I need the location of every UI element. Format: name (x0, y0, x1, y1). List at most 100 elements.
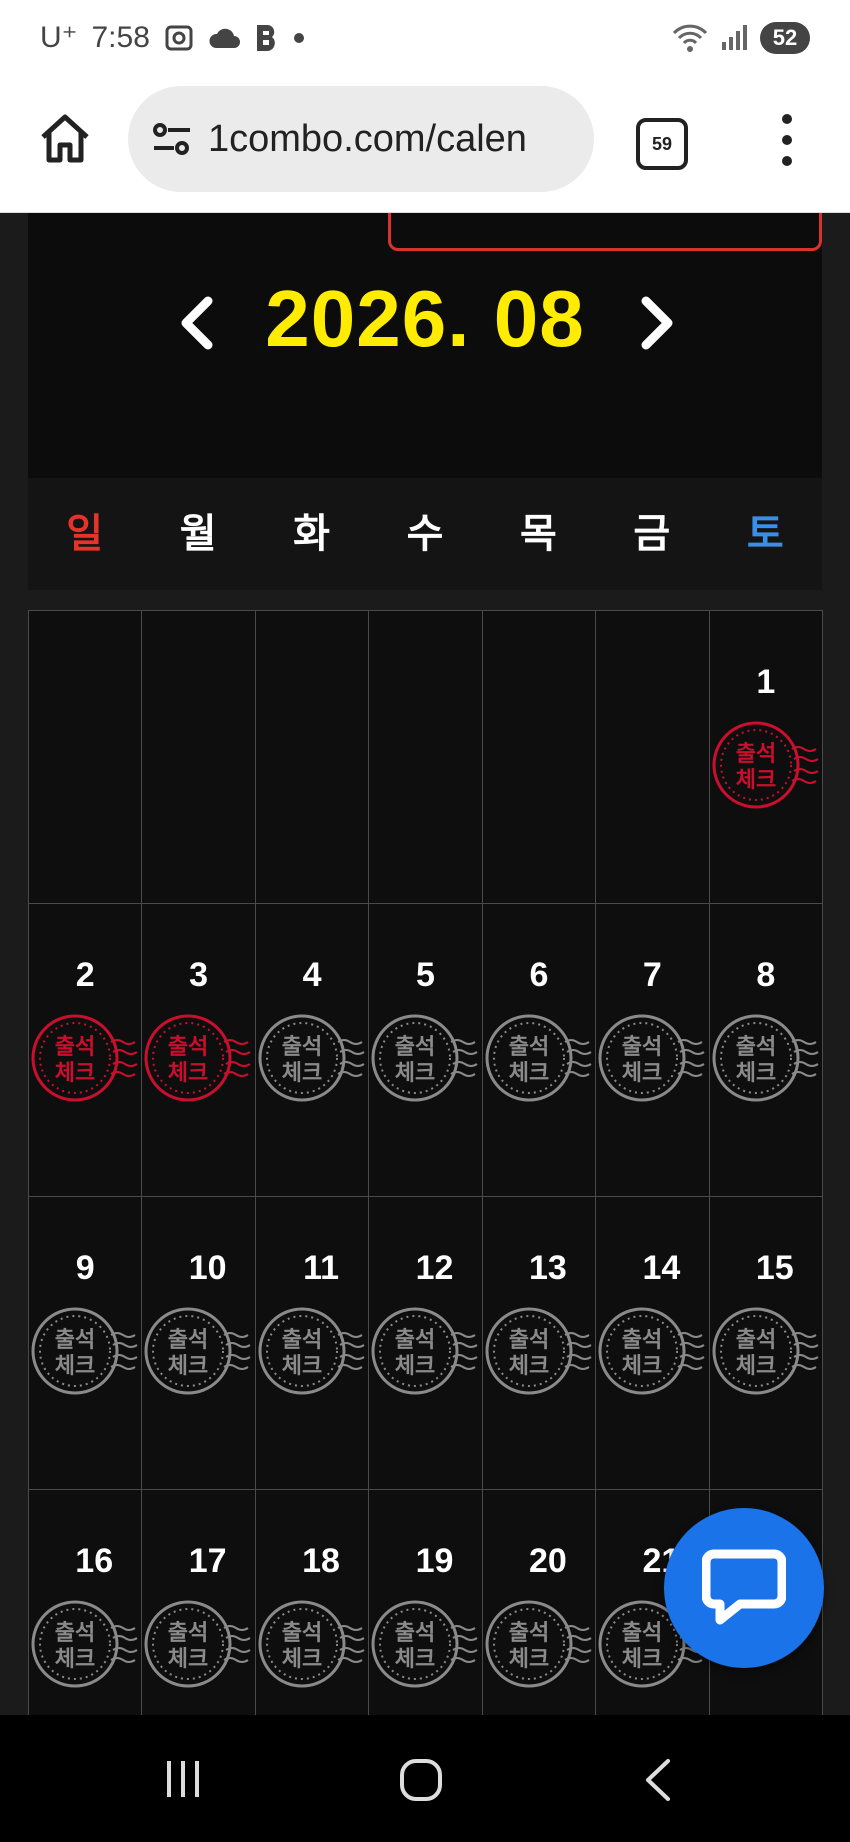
calendar-day-cell[interactable]: 4 출석 체크 (255, 904, 370, 1197)
svg-text:체크: 체크 (282, 1061, 322, 1086)
browser-toolbar: 1combo.com/calen 59 (0, 82, 850, 213)
calendar-day-cell[interactable]: 10 출석 체크 (142, 1197, 256, 1490)
calendar-day-cell[interactable]: 6 출석 체크 (482, 904, 597, 1197)
calendar-day-cell[interactable]: 18 출석 체크 (256, 1490, 370, 1715)
calendar-day-cell[interactable]: 17 출석 체크 (142, 1490, 256, 1715)
attendance-stamp-checked-icon: 출석체크 (31, 1014, 138, 1102)
attendance-stamp-icon: 출석체크 (598, 1014, 705, 1102)
attendance-stamp-icon: 출석체크 (144, 1600, 251, 1688)
battery-indicator: 52 (760, 22, 810, 54)
calendar-day-cell[interactable]: 14 출석 체크 (596, 1197, 710, 1490)
svg-text:체크: 체크 (508, 1354, 548, 1379)
day-number: 12 (415, 1249, 454, 1287)
day-number: 14 (642, 1249, 681, 1287)
attendance-stamp-icon: 출석체크 (371, 1307, 478, 1395)
attendance-stamp-icon: 출석체크 (712, 1307, 819, 1395)
calendar-day-cell[interactable]: 7 출석 체크 (596, 904, 710, 1197)
svg-text:출석: 출석 (508, 1328, 548, 1353)
calendar-empty-cell (369, 611, 483, 904)
calendar-day-cell[interactable]: 13 출석 체크 (482, 1197, 597, 1490)
svg-text:체크: 체크 (508, 1647, 548, 1672)
weekday-tue: 화 (293, 511, 330, 557)
calendar-day-cell[interactable]: 8 출석 체크 (709, 904, 823, 1197)
svg-text:체크: 체크 (55, 1354, 95, 1379)
svg-text:체크: 체크 (55, 1647, 95, 1672)
attendance-stamp-icon: 출석체크 (485, 1014, 592, 1102)
chevron-right-icon[interactable] (636, 293, 680, 353)
attendance-stamp-icon: 출석체크 (712, 1014, 819, 1102)
url-text[interactable]: 1combo.com/calen (208, 118, 527, 161)
svg-text:체크: 체크 (735, 1061, 775, 1086)
status-right: 52 (672, 22, 810, 54)
svg-text:출석: 출석 (508, 1621, 548, 1646)
calendar-empty-cell (29, 611, 143, 904)
cloud-icon (209, 28, 240, 48)
chat-button[interactable] (664, 1508, 824, 1668)
calendar-day-cell[interactable]: 12 출석 체크 (369, 1197, 483, 1490)
day-number: 16 (75, 1542, 114, 1580)
weekday-header: 일 월 화 수 목 금 토 (28, 478, 822, 590)
calendar-day-cell[interactable]: 11 출석 체크 (255, 1197, 370, 1490)
top-red-button[interactable] (388, 213, 822, 251)
day-number: 6 (529, 956, 549, 994)
calendar-empty-cell (142, 611, 256, 904)
address-bar[interactable]: 1combo.com/calen (128, 86, 594, 192)
calendar-day-cell[interactable]: 15 출석 체크 (709, 1197, 823, 1490)
svg-text:체크: 체크 (622, 1061, 662, 1086)
calendar-day-cell[interactable]: 5 출석 체크 (369, 904, 483, 1197)
day-number: 5 (416, 956, 435, 994)
attendance-stamp-icon: 출석체크 (144, 1307, 251, 1395)
svg-text:출석: 출석 (622, 1035, 662, 1060)
attendance-stamp-icon: 출석체크 (485, 1600, 592, 1688)
svg-text:체크: 체크 (282, 1647, 322, 1672)
svg-text:체크: 체크 (395, 1647, 435, 1672)
tune-icon[interactable] (150, 117, 194, 161)
calendar-day-cell[interactable]: 19 출석 체크 (369, 1490, 483, 1715)
calendar-day-cell[interactable]: 16 출석 체크 (29, 1490, 143, 1715)
svg-text:출석: 출석 (282, 1621, 322, 1646)
svg-text:출석: 출석 (622, 1621, 662, 1646)
day-number: 20 (529, 1542, 567, 1580)
attendance-stamp-checked-icon: 출석체크 (712, 721, 819, 809)
carrier-label: U⁺ (40, 21, 78, 54)
home-icon[interactable] (38, 112, 92, 166)
svg-text:출석: 출석 (282, 1035, 322, 1060)
svg-text:체크: 체크 (168, 1647, 208, 1672)
day-number: 3 (189, 956, 209, 994)
day-number: 17 (188, 1542, 227, 1580)
svg-text:출석: 출석 (735, 1035, 775, 1060)
calendar-day-cell[interactable]: 9 출석 체크 (29, 1197, 143, 1490)
day-number: 19 (415, 1542, 454, 1580)
svg-text:출석: 출석 (395, 1035, 435, 1060)
day-number: 7 (642, 956, 662, 994)
nav-back-icon[interactable] (640, 1757, 676, 1803)
attendance-stamp-icon: 출석체크 (371, 1014, 478, 1102)
nav-home-icon[interactable] (398, 1757, 444, 1803)
calendar-day-cell[interactable]: 1 출석 체크 (709, 611, 823, 904)
clock: 7:58 (91, 20, 150, 54)
day-number: 8 (756, 956, 776, 994)
calendar-day-cell[interactable]: 2 출석 체크 (29, 904, 143, 1197)
day-number: 2 (75, 956, 95, 994)
svg-text:체크: 체크 (735, 768, 775, 793)
tabs-icon[interactable]: 59 (636, 118, 688, 170)
svg-text:체크: 체크 (622, 1354, 662, 1379)
svg-text:체크: 체크 (168, 1061, 208, 1086)
calendar-day-cell[interactable]: 3 출석 체크 (142, 904, 256, 1197)
weekday-sun: 일 (66, 511, 104, 557)
attendance-stamp-icon: 출석체크 (31, 1600, 138, 1688)
calendar-day-cell[interactable]: 20 출석 체크 (483, 1490, 597, 1715)
screenshot-icon (165, 25, 193, 50)
weekday-wed: 수 (406, 511, 444, 557)
weekday-sat: 토 (746, 511, 784, 557)
svg-text:출석: 출석 (508, 1035, 548, 1060)
svg-text:체크: 체크 (395, 1354, 435, 1379)
day-number: 11 (303, 1249, 340, 1287)
recent-apps-icon[interactable] (163, 1759, 203, 1799)
svg-text:출석: 출석 (55, 1035, 95, 1060)
attendance-stamp-checked-icon: 출석체크 (144, 1014, 251, 1102)
chat-bubble-icon (702, 1549, 786, 1625)
svg-text:출석: 출석 (735, 742, 775, 767)
more-vert-icon[interactable] (780, 114, 794, 166)
svg-text:출석: 출석 (395, 1621, 435, 1646)
